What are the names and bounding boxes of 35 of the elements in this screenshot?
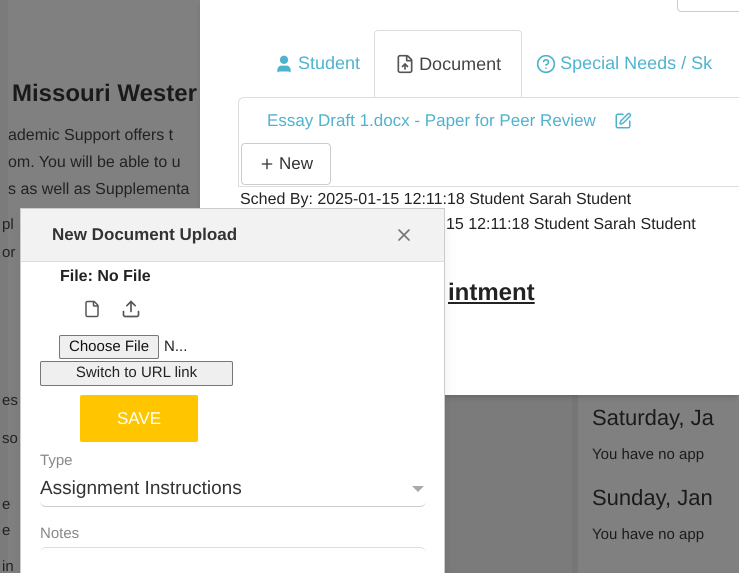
upload-icon[interactable] bbox=[121, 299, 141, 319]
partial-text: e bbox=[2, 521, 10, 541]
day-heading: Sunday, Jan bbox=[592, 484, 714, 512]
sched-text: 15 12:11:18 Student Sarah Student bbox=[446, 215, 696, 235]
partial-text: es bbox=[2, 391, 18, 411]
dropdown-caret-icon bbox=[412, 486, 424, 492]
new-button[interactable]: New bbox=[241, 143, 331, 185]
file-icon[interactable] bbox=[83, 299, 101, 319]
plus-icon bbox=[258, 156, 275, 172]
notes-label: Notes bbox=[40, 524, 80, 544]
type-select[interactable]: Assignment Instructions bbox=[40, 472, 426, 506]
day-heading: Saturday, Ja bbox=[592, 404, 715, 432]
intro-text-line: om. You will be able to u bbox=[8, 153, 181, 173]
file-name-text: N... bbox=[164, 336, 188, 357]
tab[interactable]: Document bbox=[374, 30, 522, 97]
type-label: Type bbox=[40, 451, 74, 471]
choose-file-button[interactable]: Choose File bbox=[59, 335, 160, 359]
file-upload-icon bbox=[395, 54, 416, 74]
partial-text: so bbox=[2, 429, 18, 449]
partial-text: pl bbox=[2, 215, 14, 235]
edit-icon[interactable] bbox=[614, 112, 632, 130]
switch-url-button[interactable]: Switch to URL link bbox=[40, 361, 233, 386]
page-heading: Missouri Wester bbox=[12, 79, 197, 109]
no-appointments-text: You have no app bbox=[592, 445, 706, 465]
partial-text: or bbox=[2, 243, 16, 263]
sched-text: Sched By: 2025-01-15 12:11:18 Student Sarah Student bbox=[240, 190, 632, 210]
help-icon bbox=[536, 54, 556, 74]
partial-text: in bbox=[2, 557, 14, 573]
partial-text: e bbox=[2, 495, 10, 515]
dialog-title: New Document Upload bbox=[52, 224, 238, 246]
appointment-heading: intment bbox=[448, 278, 535, 308]
intro-text-line: ademic Support offers t bbox=[8, 126, 174, 146]
file-status: File: No File bbox=[60, 267, 152, 287]
no-appointments-text: You have no app bbox=[592, 524, 706, 544]
intro-text-line: s as well as Supplementa bbox=[8, 180, 190, 200]
